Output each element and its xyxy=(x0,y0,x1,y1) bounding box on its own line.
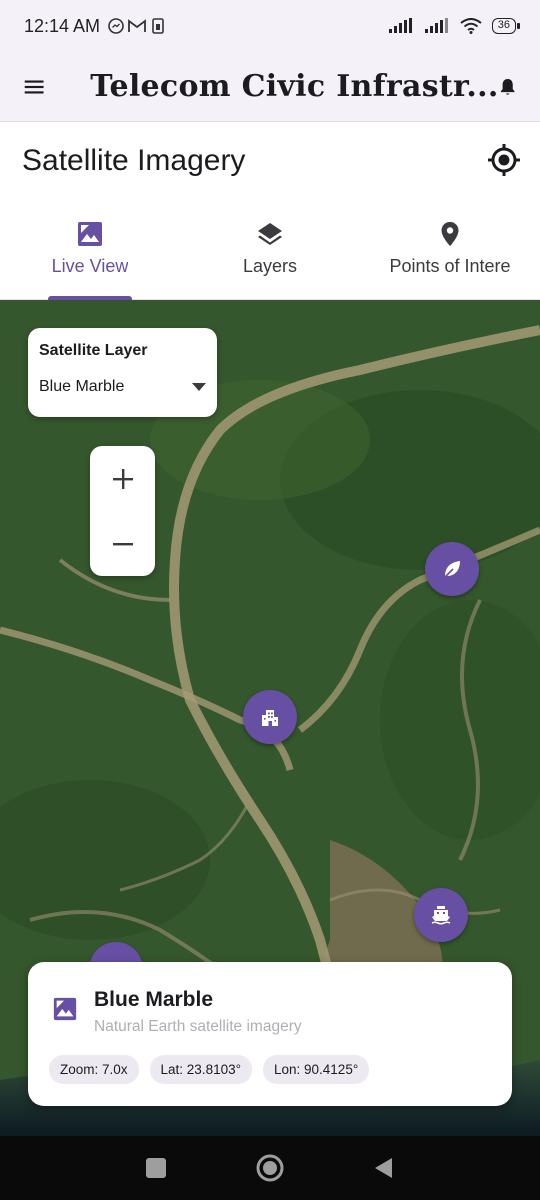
zoom-in-button[interactable] xyxy=(90,446,155,511)
satellite-layer-title: Satellite Layer xyxy=(39,342,148,359)
satellite-layer-card: Satellite Layer Blue Marble xyxy=(28,328,217,417)
my-location-icon[interactable] xyxy=(486,142,522,178)
home-icon[interactable] xyxy=(255,1153,285,1183)
wifi-icon xyxy=(460,18,482,34)
layer-info-card: Blue Marble Natural Earth satellite imag… xyxy=(28,962,512,1106)
image-icon xyxy=(53,997,77,1021)
ferry-icon xyxy=(431,906,451,925)
tab-bar: Live View Layers Points of Intere xyxy=(0,218,540,300)
dropdown-arrow-icon xyxy=(192,383,206,391)
sim-icon xyxy=(152,18,164,34)
gmail-icon xyxy=(128,19,146,32)
signal-icon-2 xyxy=(424,18,448,33)
tab-live-view[interactable]: Live View xyxy=(0,218,180,300)
plus-icon xyxy=(112,468,133,489)
satellite-section-header: Satellite Imagery Live View Layers Point… xyxy=(0,122,540,300)
leaf-icon xyxy=(443,561,460,579)
map-marker-building[interactable] xyxy=(243,690,297,744)
satellite-layer-dropdown[interactable]: Blue Marble xyxy=(39,378,206,396)
tab-points-of-interest[interactable]: Points of Intere xyxy=(360,218,540,299)
signal-icon xyxy=(388,18,412,33)
satellite-layer-selected: Blue Marble xyxy=(39,378,125,395)
tab-label: Points of Intere xyxy=(389,256,511,276)
map-marker-environment[interactable] xyxy=(425,542,479,596)
minus-icon xyxy=(112,542,133,545)
notifications-bell-icon[interactable] xyxy=(499,74,516,100)
app-title: Telecom Civic Infrastr... xyxy=(90,69,499,104)
zoom-controls xyxy=(90,446,155,576)
zoom-chip: Zoom: 7.0x xyxy=(49,1055,139,1084)
layers-icon xyxy=(258,223,282,245)
recent-apps-icon[interactable] xyxy=(144,1156,168,1180)
status-bar: 12:14 AM 36 xyxy=(0,0,540,52)
tab-label: Layers xyxy=(242,256,298,276)
menu-icon[interactable] xyxy=(24,76,44,98)
latitude-chip: Lat: 23.8103° xyxy=(149,1055,252,1084)
system-nav-bar xyxy=(0,1136,540,1200)
longitude-chip: Lon: 90.4125° xyxy=(263,1055,370,1084)
back-icon[interactable] xyxy=(372,1156,396,1180)
location-pin-icon xyxy=(441,222,459,246)
tab-label: Live View xyxy=(51,256,129,276)
image-icon xyxy=(78,222,102,246)
map-marker-ferry[interactable] xyxy=(414,888,468,942)
coordinate-chips: Zoom: 7.0x Lat: 23.8103° Lon: 90.4125° xyxy=(49,1055,370,1084)
page-title: Satellite Imagery xyxy=(22,144,246,177)
messenger-icon xyxy=(108,18,124,34)
app-bar: Telecom Civic Infrastr... xyxy=(0,52,540,122)
building-icon xyxy=(262,710,278,726)
tab-layers[interactable]: Layers xyxy=(180,218,360,299)
layer-info-title: Blue Marble xyxy=(94,988,214,1011)
layer-info-subtitle: Natural Earth satellite imagery xyxy=(94,1018,302,1035)
status-time: 12:14 AM xyxy=(24,15,101,36)
status-notification-icons xyxy=(108,18,166,34)
battery-indicator: 36 xyxy=(491,18,521,34)
zoom-out-button[interactable] xyxy=(90,511,155,576)
